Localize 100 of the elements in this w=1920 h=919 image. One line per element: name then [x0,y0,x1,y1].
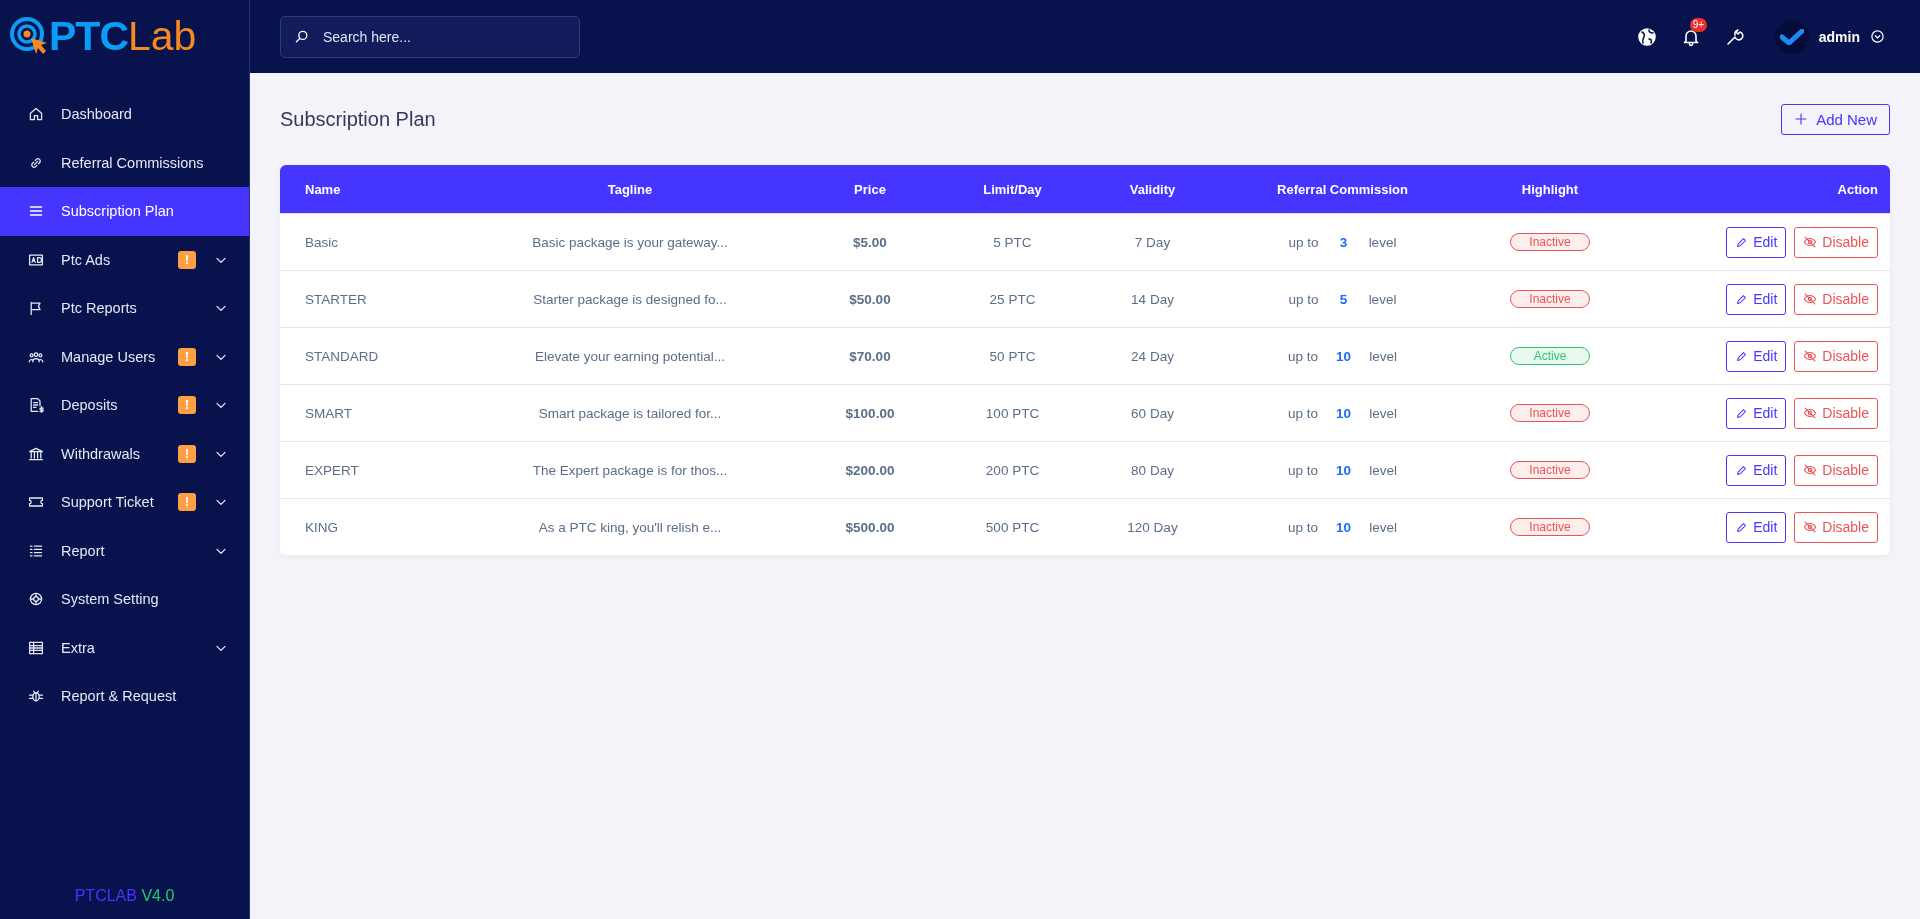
alert-badge: ! [178,250,196,269]
version-label: PTCLAB V4.0 [73,887,176,906]
commission-suffix: level [1368,291,1397,307]
table-icon [28,639,44,656]
user-name[interactable]: admin [1818,28,1860,45]
pencil-icon [1735,406,1749,420]
commission-prefix: up to [1288,462,1319,478]
wrench-icon[interactable] [1724,26,1745,47]
column-header: Name [305,181,342,197]
sidebar-item[interactable]: Subscription Plan [0,187,249,236]
plus-icon [1794,112,1809,126]
table-cell-text: 7 Day [1133,234,1172,250]
table-cell-text: $200.00 [844,462,896,478]
eye-slash-icon [1803,463,1818,477]
table-cell-text: 25 PTC [988,291,1037,307]
pencil-icon [1735,292,1749,306]
flag-icon [28,300,44,317]
table-cell-text: EXPERT [305,462,360,478]
disable-button[interactable]: Disable [1794,454,1878,486]
table-cell-text: 80 Day [1130,462,1175,478]
commission-prefix: up to [1288,234,1319,250]
disable-button[interactable]: Disable [1794,226,1878,258]
commission-suffix: level [1368,234,1397,250]
sidebar-item[interactable]: Ptc Ads ! [0,235,249,284]
table-cell-text: 24 Day [1130,348,1175,364]
disable-button[interactable]: Disable [1794,340,1878,372]
commission-suffix: level [1369,462,1397,478]
eye-slash-icon [1803,520,1818,534]
eye-slash-icon [1803,292,1818,306]
user-avatar[interactable] [1774,19,1809,54]
sidebar-item[interactable]: Ptc Reports [0,284,249,333]
chevron-circle-icon [1870,29,1885,44]
commission-suffix: level [1369,519,1397,535]
sidebar-item[interactable]: Extra [0,623,249,672]
pencil-icon [1735,349,1749,363]
column-header: Highlight [1520,181,1580,197]
sidebar-item[interactable]: Support Ticket ! [0,478,249,527]
add-new-button[interactable]: Add New [1781,103,1890,135]
disable-button[interactable]: Disable [1794,511,1878,543]
sidebar-item[interactable]: Withdrawals ! [0,429,249,478]
search-icon [294,28,310,45]
sidebar-item[interactable]: Dashboard [0,90,249,139]
table-cell-text: STANDARD [305,348,380,364]
sidebar-item[interactable]: Deposits ! [0,381,249,430]
disable-button[interactable]: Disable [1794,397,1878,429]
status-badge: Active [1510,347,1590,365]
column-header: Price [853,181,887,197]
search-field[interactable]: Search here... [280,15,580,58]
commission-prefix: up to [1288,405,1319,421]
sidebar-item[interactable]: System Setting [0,575,249,624]
table-cell-text: $100.00 [844,405,896,421]
commission-prefix: up to [1288,348,1319,364]
table-cell-text: Smart package is tailored for... [537,405,723,421]
eye-slash-icon [1803,235,1818,249]
edit-button[interactable]: Edit [1726,340,1787,372]
home-icon [28,106,44,123]
table-cell-text: 500 PTC [984,519,1041,535]
column-header: Validity [1128,181,1177,197]
sidebar-item[interactable]: Report & Request [0,672,249,721]
table-cell-text: $5.00 [852,234,888,250]
table-cell-text: KING [305,519,339,535]
gear-icon [28,591,44,608]
invoice-icon [28,397,44,414]
sidebar-item[interactable]: Report [0,526,249,575]
table-cell-text: Elevate your earning potential... [534,348,726,364]
table-cell-text: 200 PTC [984,462,1041,478]
status-badge: Inactive [1510,290,1590,308]
pencil-icon [1735,463,1749,477]
bank-icon [28,445,44,462]
commission-levels: 10 [1336,405,1352,421]
status-badge: Inactive [1510,518,1590,536]
column-header: Tagline [606,181,654,197]
status-badge: Inactive [1510,233,1590,251]
pencil-icon [1735,520,1749,534]
disable-button[interactable]: Disable [1794,283,1878,315]
pencil-icon [1735,235,1749,249]
alert-badge: ! [178,396,196,415]
sidebar-item[interactable]: Referral Commissions [0,138,249,187]
globe-icon[interactable] [1636,26,1657,47]
alert-badge: ! [178,347,196,366]
edit-button[interactable]: Edit [1726,226,1787,258]
edit-button[interactable]: Edit [1726,283,1787,315]
edit-button[interactable]: Edit [1726,397,1787,429]
table-cell-text: 5 PTC [992,234,1033,250]
ptclab-logo[interactable]: PTCLab [0,0,249,73]
commission-levels: 10 [1336,462,1352,478]
column-header: Limit/Day [982,181,1043,197]
eye-slash-icon [1803,406,1818,420]
column-header: Referral Commission [1276,181,1409,197]
sidebar-item[interactable]: Manage Users ! [0,332,249,381]
table-cell-text: SMART [305,405,353,421]
table-cell-text: Starter package is designed fo... [532,291,728,307]
table-cell-text: As a PTC king, you'll relish e... [537,519,723,535]
alert-badge: ! [178,444,196,463]
commission-suffix: level [1369,348,1397,364]
edit-button[interactable]: Edit [1726,511,1787,543]
table-cell-text: Basic [305,234,339,250]
edit-button[interactable]: Edit [1726,454,1787,486]
commission-suffix: level [1369,405,1397,421]
table-cell-text: $50.00 [848,291,892,307]
